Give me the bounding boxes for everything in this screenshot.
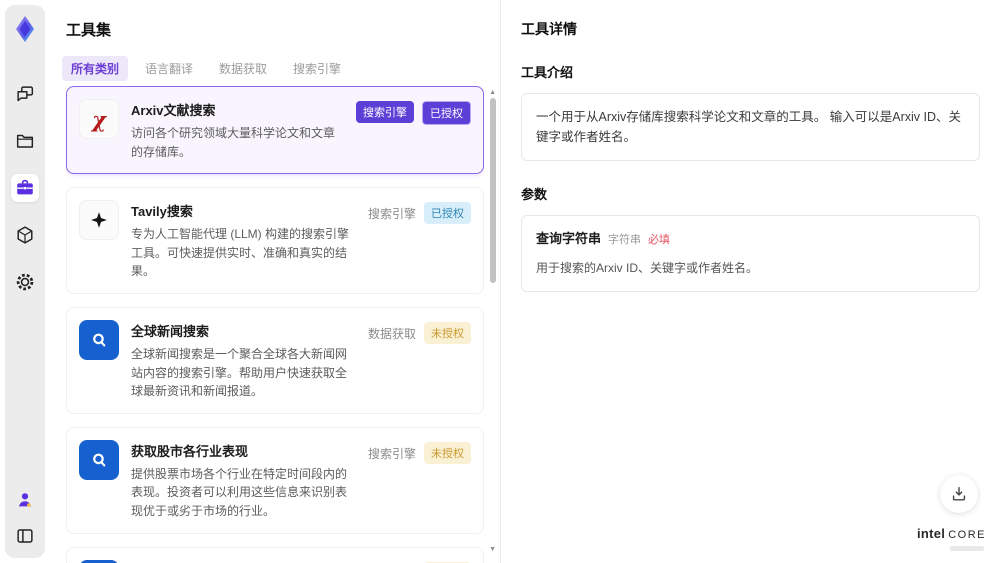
sidebar (5, 5, 45, 558)
tool-name: Arxiv文献搜索 (131, 103, 216, 118)
tool-list-panel: 工具集 所有类别 语言翻译 数据获取 搜索引擎 χ Arxiv文献搜索 访问各个研究领… (50, 0, 501, 563)
sparkle-icon (91, 212, 107, 229)
param-required-badge: 必填 (648, 234, 671, 246)
tool-badges: 搜索引擎 已授权 (368, 200, 471, 281)
param-description: 用于搜索的Arxiv ID、关键字或作者姓名。 (536, 260, 759, 275)
tool-description: 访问各个研究领域大量科学论文和文章的存储库。 (131, 126, 336, 159)
chat-icon[interactable] (11, 80, 39, 108)
briefcase-icon[interactable] (11, 174, 39, 202)
brand-subtext-bar (950, 546, 984, 551)
auth-status-badge: 已授权 (424, 202, 471, 225)
tool-icon: χ (79, 439, 119, 480)
tool-name: Tavily搜索 (131, 204, 193, 220)
page-title: 工具集 (66, 22, 112, 39)
tab-0[interactable]: 所有类别 (62, 56, 129, 81)
tool-icon: χ (79, 200, 119, 241)
tool-description: 专为人工智能代理 (LLM) 构建的搜索引擎工具。可快速提供实时、准确和真实的结… (131, 227, 350, 279)
tool-badges: 搜索引擎 未授权 (368, 440, 471, 521)
category-badge: 搜索引擎 (356, 101, 414, 123)
detail-title: 工具详情 (521, 21, 577, 37)
category-badge: 搜索引擎 (367, 446, 416, 461)
tool-badges: 搜索引擎 已授权 (356, 99, 471, 161)
brand-core-text: CORE (948, 529, 986, 541)
tool-card[interactable]: χ Tavily搜索 专为人工智能代理 (LLM) 构建的搜索引擎工具。可快速提… (66, 187, 484, 294)
param-box: 查询字符串 字符串 必填 用于搜索的Arxiv ID、关键字或作者姓名。 (521, 215, 980, 292)
tool-icon: χ (79, 319, 119, 360)
tool-description: 提供股票市场各个行业在特定时间段内的表现。投资者可以利用这些信息来识别表现优于或… (131, 466, 348, 518)
scroll-up-icon[interactable]: ▲ (489, 89, 496, 96)
tool-info: Arxiv文献搜索 访问各个研究领域大量科学论文和文章的存储库。 (131, 99, 344, 161)
intro-heading: 工具介绍 (521, 65, 574, 80)
param-name: 查询字符串 (536, 231, 602, 246)
tool-description: 全球新闻搜索是一个聚合全球各大新闻网站内容的搜索引擎。帮助用户快速获取全球最新资… (131, 346, 348, 399)
tab-3[interactable]: 搜索引擎 (284, 56, 350, 81)
category-badge: 搜索引擎 (367, 207, 416, 222)
auth-status-badge: 已授权 (422, 101, 471, 125)
tool-card[interactable]: χ 获取市场最活跃股票信息 提供当天交易量最高的股票列表。投资者可以利用这些信息… (66, 546, 484, 563)
folder-icon[interactable] (11, 127, 39, 155)
app-window: 工具集 所有类别 语言翻译 数据获取 搜索引擎 χ Arxiv文献搜索 访问各个研究领… (0, 0, 1000, 563)
tool-info: Tavily搜索 专为人工智能代理 (LLM) 构建的搜索引擎工具。可快速提供实… (131, 200, 356, 281)
search-app-icon (90, 331, 108, 349)
intel-core-logo: intel CORE (917, 526, 986, 541)
category-tabs: 所有类别 语言翻译 数据获取 搜索引擎 (62, 56, 500, 81)
scroll-down-icon[interactable]: ▼ (489, 546, 496, 553)
search-app-icon (90, 451, 108, 469)
category-badge: 数据获取 (367, 326, 416, 341)
param-header: 查询字符串 字符串 必填 (536, 229, 965, 250)
download-button[interactable] (940, 475, 978, 513)
gear-icon[interactable] (11, 268, 39, 296)
tool-list: χ Arxiv文献搜索 访问各个研究领域大量科学论文和文章的存储库。 搜索引擎 … (66, 86, 484, 563)
tab-1[interactable]: 语言翻译 (136, 56, 202, 81)
user-icon[interactable] (11, 486, 39, 514)
tool-detail-panel: 工具详情 工具介绍 一个用于从Arxiv存储库搜索科学论文和文章的工具。 输入可… (501, 0, 1000, 563)
scrollbar-thumb[interactable] (490, 98, 496, 283)
tool-name: 全球新闻搜索 (131, 323, 210, 339)
tool-info: 全球新闻搜索 全球新闻搜索是一个聚合全球各大新闻网站内容的搜索引擎。帮助用户快速… (131, 320, 356, 401)
tool-card[interactable]: χ Arxiv文献搜索 访问各个研究领域大量科学论文和文章的存储库。 搜索引擎 … (66, 86, 484, 175)
tool-card[interactable]: χ 全球新闻搜索 全球新闻搜索是一个聚合全球各大新闻网站内容的搜索引擎。帮助用户… (66, 306, 484, 414)
tab-2[interactable]: 数据获取 (210, 56, 276, 81)
intro-box: 一个用于从Arxiv存储库搜索科学论文和文章的工具。 输入可以是Arxiv ID… (521, 93, 980, 161)
brand-intel-text: intel (916, 526, 946, 541)
sidebar-bottom (11, 486, 39, 550)
auth-status-badge: 未授权 (424, 441, 471, 464)
param-type: 字符串 (608, 234, 642, 246)
tool-icon: χ (79, 99, 119, 139)
panel-toggle-icon[interactable] (11, 522, 39, 550)
tool-badges: 搜索引擎 未授权 (368, 560, 471, 563)
tool-badges: 数据获取 未授权 (368, 320, 471, 401)
tool-card[interactable]: χ 获取股市各行业表现 提供股票市场各个行业在特定时间段内的表现。投资者可以利用… (66, 426, 484, 534)
sidebar-nav (11, 80, 39, 296)
tool-icon: χ (79, 559, 119, 563)
tool-name: 获取股市各行业表现 (131, 443, 249, 459)
arxiv-icon: χ (92, 106, 106, 132)
params-heading: 参数 (521, 187, 548, 202)
tool-info: 获取股市各行业表现 提供股票市场各个行业在特定时间段内的表现。投资者可以利用这些… (131, 440, 356, 521)
auth-status-badge: 未授权 (424, 321, 471, 344)
app-logo-icon (11, 14, 39, 44)
tool-info: 获取市场最活跃股票信息 提供当天交易量最高的股票列表。投资者可以利用这些信息来识… (131, 560, 356, 563)
cube-icon[interactable] (11, 221, 39, 249)
download-icon (952, 487, 966, 501)
